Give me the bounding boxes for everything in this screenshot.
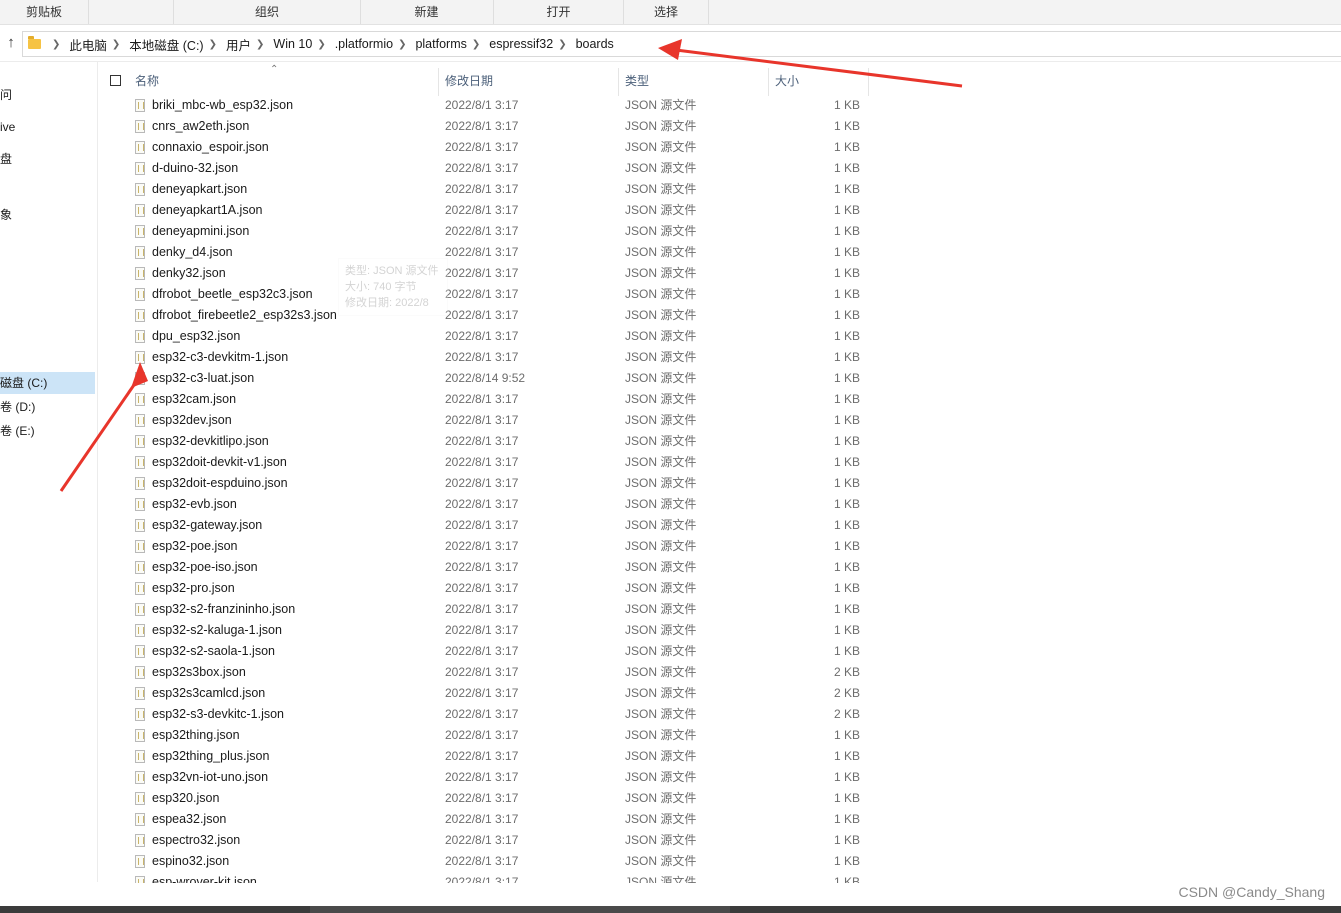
arrow-to-devkitm-file bbox=[59, 362, 148, 492]
taskbar-strip bbox=[0, 906, 1341, 913]
annotation-arrows bbox=[59, 39, 963, 492]
watermark: CSDN @Candy_Shang bbox=[1178, 884, 1325, 900]
taskbar-segment bbox=[310, 906, 730, 913]
arrow-to-boards-crumb bbox=[658, 39, 963, 88]
